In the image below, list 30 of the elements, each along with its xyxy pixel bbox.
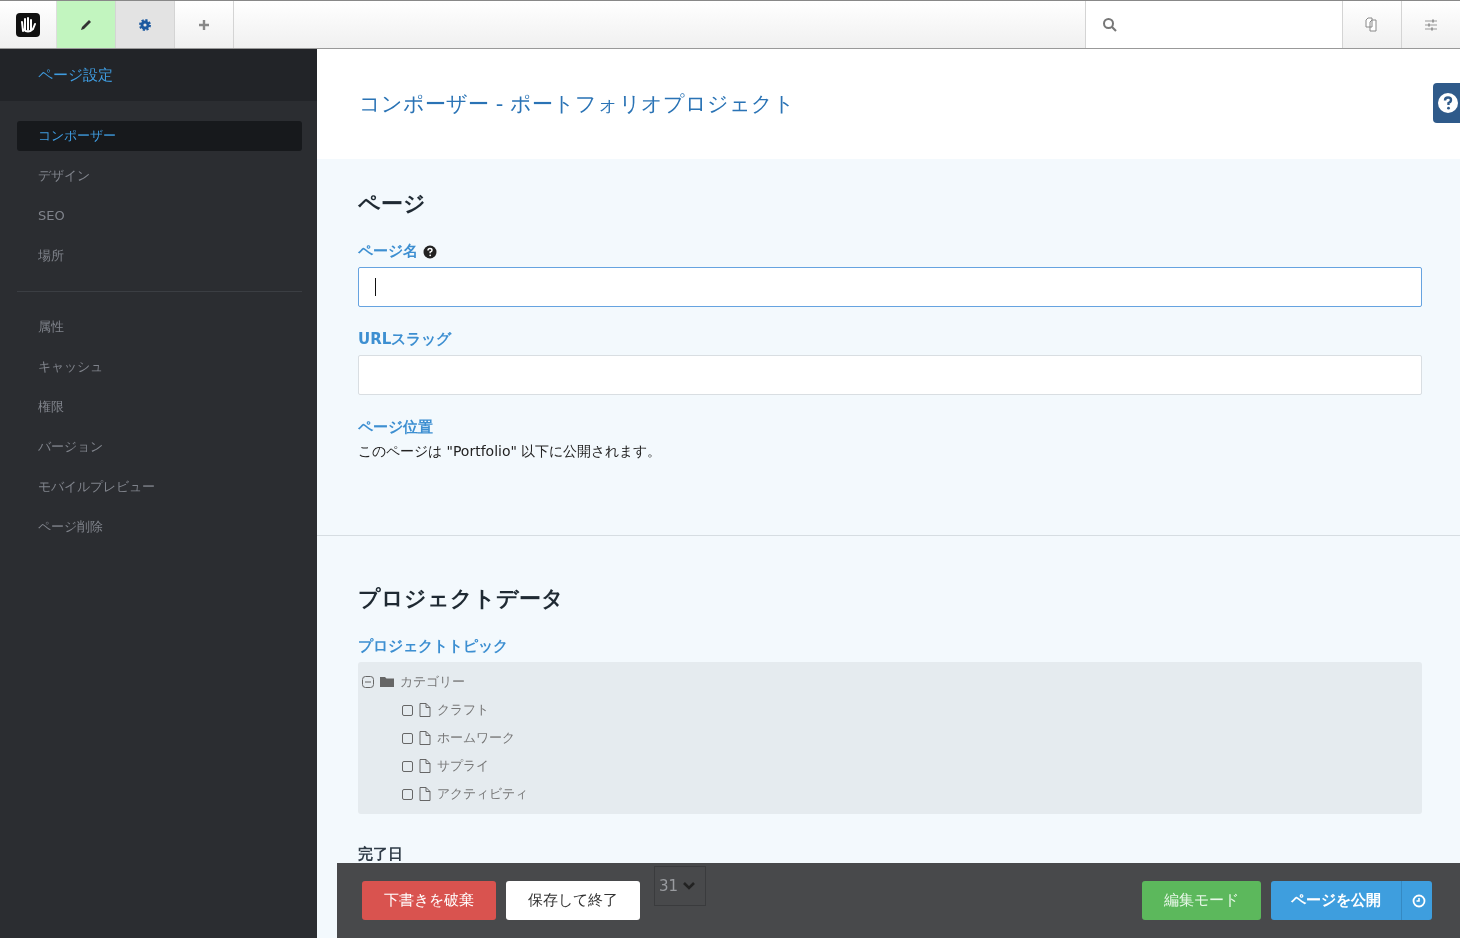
sidebar-item[interactable]: キャッシュ <box>17 352 302 382</box>
sidebar-item[interactable]: モバイルプレビュー <box>17 472 302 502</box>
section-heading: プロジェクトデータ <box>358 585 565 613</box>
save-button[interactable]: 保存して終了 <box>506 881 640 920</box>
section-heading: ページ <box>358 190 427 218</box>
page-title: コンポーザー - ポートフォリオプロジェクト <box>359 91 795 118</box>
sidebar-item[interactable]: SEO <box>17 201 302 231</box>
discard-button[interactable]: 下書きを破棄 <box>362 881 496 920</box>
publish-button[interactable]: ページを公開 <box>1271 881 1432 920</box>
tree-item[interactable]: クラフト <box>437 701 489 719</box>
sidebar-item[interactable]: バージョン <box>17 432 302 462</box>
field-label: ページ位置 <box>358 418 433 437</box>
field-label: URLスラッグ <box>358 330 452 349</box>
field-label: 完了日 <box>358 845 403 864</box>
tree-item[interactable]: ホームワーク <box>437 729 515 747</box>
sidebar-item[interactable]: 場所 <box>17 241 302 271</box>
sidebar-item[interactable]: 属性 <box>17 312 302 342</box>
field-label: プロジェクトトピック <box>358 637 508 656</box>
sidebar-item[interactable]: コンポーザー <box>17 121 302 151</box>
sidebar-item[interactable]: 権限 <box>17 392 302 422</box>
tree-item[interactable]: サプライ <box>437 757 489 775</box>
location-text: このページは "Portfolio" 以下に公開されます。 <box>358 443 663 461</box>
sidebar-item[interactable]: デザイン <box>17 161 302 191</box>
sidebar-item[interactable]: ページ削除 <box>17 512 302 542</box>
tree-item[interactable]: カテゴリー <box>400 673 465 691</box>
tree-item[interactable]: アクティビティ <box>437 785 528 803</box>
field-label: ページ名 <box>358 242 418 261</box>
edit-mode-button[interactable]: 編集モード <box>1142 881 1261 920</box>
day-select[interactable]: 31 <box>654 866 706 906</box>
sidebar-title: ページ設定 <box>38 65 113 85</box>
